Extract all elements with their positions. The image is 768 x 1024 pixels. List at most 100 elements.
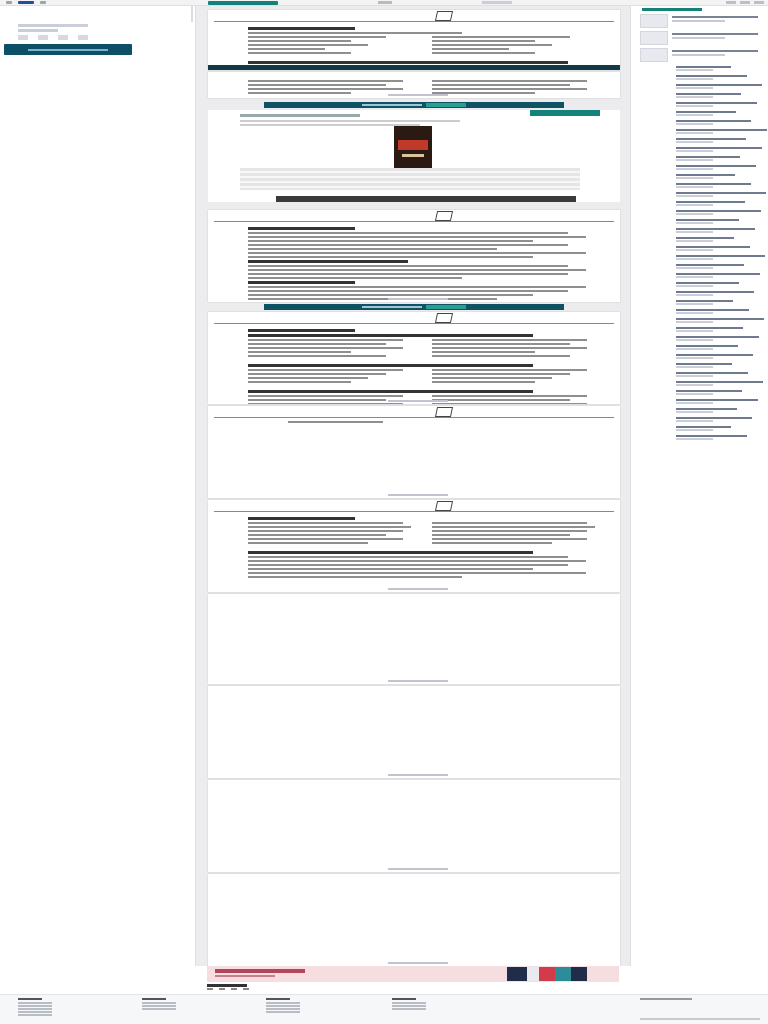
scrollbar[interactable] bbox=[191, 6, 193, 22]
sidebar-document-link[interactable] bbox=[676, 336, 768, 341]
more-options-button[interactable] bbox=[754, 1, 764, 4]
promo-subtitle bbox=[215, 975, 275, 977]
stat-item[interactable] bbox=[18, 35, 28, 40]
sidebar-document-link[interactable] bbox=[676, 111, 768, 116]
sidebar-document-link[interactable] bbox=[676, 300, 768, 305]
sidebar-document-link[interactable] bbox=[676, 219, 768, 224]
ad-subtitle bbox=[240, 120, 460, 122]
sidebar-document-link[interactable] bbox=[676, 129, 768, 134]
sidebar-document-link[interactable] bbox=[676, 264, 768, 269]
download-button[interactable] bbox=[740, 1, 750, 4]
toolbar-actions bbox=[726, 1, 764, 4]
related-document-card[interactable] bbox=[636, 48, 768, 62]
menu-icon[interactable] bbox=[6, 1, 12, 4]
stat-item[interactable] bbox=[38, 35, 48, 40]
sidebar-document-link[interactable] bbox=[676, 165, 768, 170]
module-number bbox=[434, 313, 454, 323]
promo-illustration bbox=[507, 967, 587, 981]
sidebar-document-link[interactable] bbox=[676, 417, 768, 422]
document-page bbox=[208, 500, 620, 592]
document-page bbox=[208, 210, 620, 302]
page-footer bbox=[0, 994, 768, 1024]
promo-banner[interactable] bbox=[264, 304, 564, 310]
related-document-card[interactable] bbox=[636, 14, 768, 28]
search-icon[interactable] bbox=[40, 1, 46, 4]
stat-item[interactable] bbox=[58, 35, 68, 40]
sidebar-document-link[interactable] bbox=[676, 84, 768, 89]
related-document-list bbox=[636, 66, 768, 440]
twitter-icon[interactable] bbox=[219, 988, 225, 990]
footer-column bbox=[266, 998, 300, 1014]
sidebar-document-link[interactable] bbox=[676, 120, 768, 125]
email-icon[interactable] bbox=[243, 988, 249, 990]
sidebar-document-link[interactable] bbox=[676, 192, 768, 197]
sidebar-document-link[interactable] bbox=[676, 138, 768, 143]
share-button[interactable] bbox=[726, 1, 736, 4]
ad-block[interactable] bbox=[208, 110, 620, 202]
promo-banner[interactable] bbox=[264, 102, 564, 108]
sidebar-document-link[interactable] bbox=[676, 282, 768, 287]
related-document-card[interactable] bbox=[636, 31, 768, 45]
related-documents-sidebar bbox=[636, 8, 768, 908]
document-thumbnail[interactable] bbox=[640, 48, 668, 62]
sidebar-document-link[interactable] bbox=[676, 75, 768, 80]
sidebar-document-link[interactable] bbox=[676, 66, 768, 71]
document-page bbox=[208, 780, 620, 872]
page-indicator[interactable] bbox=[378, 1, 392, 4]
document-thumbnail[interactable] bbox=[640, 31, 668, 45]
sidebar-document-link[interactable] bbox=[676, 390, 768, 395]
sidebar-document-link[interactable] bbox=[676, 183, 768, 188]
app-download-label[interactable] bbox=[640, 998, 692, 1000]
banner-cta-button[interactable] bbox=[426, 103, 466, 107]
sidebar-document-link[interactable] bbox=[676, 210, 768, 215]
sidebar-document-link[interactable] bbox=[676, 291, 768, 296]
sidebar-document-link[interactable] bbox=[676, 408, 768, 413]
facebook-icon[interactable] bbox=[207, 988, 213, 990]
sidebar-document-link[interactable] bbox=[676, 345, 768, 350]
footer-column bbox=[392, 998, 426, 1011]
copyright-text bbox=[640, 1018, 760, 1020]
sidebar-document-link[interactable] bbox=[676, 363, 768, 368]
sidebar-document-link[interactable] bbox=[676, 309, 768, 314]
promo-banner-bottom[interactable] bbox=[207, 966, 619, 982]
module-number bbox=[434, 501, 454, 511]
sidebar-document-link[interactable] bbox=[676, 93, 768, 98]
sidebar-document-link[interactable] bbox=[676, 435, 768, 440]
sidebar-document-link[interactable] bbox=[676, 147, 768, 152]
document-author[interactable] bbox=[18, 24, 88, 27]
document-page bbox=[208, 72, 620, 98]
sidebar-document-link[interactable] bbox=[676, 255, 768, 260]
sidebar-document-link[interactable] bbox=[676, 327, 768, 332]
banner-cta-button[interactable] bbox=[426, 305, 466, 309]
zoom-control[interactable] bbox=[482, 1, 512, 4]
stat-item[interactable] bbox=[78, 35, 88, 40]
download-document-button[interactable] bbox=[4, 44, 132, 55]
module-number bbox=[434, 211, 454, 221]
sidebar-document-link[interactable] bbox=[676, 174, 768, 179]
sidebar-document-link[interactable] bbox=[676, 237, 768, 242]
sidebar-document-link[interactable] bbox=[676, 201, 768, 206]
linkedin-icon[interactable] bbox=[231, 988, 237, 990]
footer-column bbox=[142, 998, 176, 1011]
sidebar-document-link[interactable] bbox=[676, 399, 768, 404]
module-number bbox=[434, 407, 454, 417]
book-cover-image[interactable] bbox=[394, 126, 432, 172]
sidebar-document-link[interactable] bbox=[676, 372, 768, 377]
promo-title bbox=[215, 969, 305, 973]
sidebar-document-link[interactable] bbox=[676, 156, 768, 161]
sidebar-document-link[interactable] bbox=[676, 246, 768, 251]
logo-icon[interactable] bbox=[18, 1, 34, 4]
document-page bbox=[208, 10, 620, 70]
sidebar-document-link[interactable] bbox=[676, 354, 768, 359]
ad-title bbox=[240, 114, 360, 117]
document-thumbnail[interactable] bbox=[640, 14, 668, 28]
sidebar-heading bbox=[642, 8, 702, 11]
sidebar-document-link[interactable] bbox=[676, 318, 768, 323]
sidebar-document-link[interactable] bbox=[676, 273, 768, 278]
document-viewer[interactable] bbox=[195, 6, 631, 966]
sidebar-document-link[interactable] bbox=[676, 381, 768, 386]
back-button[interactable] bbox=[208, 0, 278, 5]
sidebar-document-link[interactable] bbox=[676, 102, 768, 107]
sidebar-document-link[interactable] bbox=[676, 228, 768, 233]
sidebar-document-link[interactable] bbox=[676, 426, 768, 431]
